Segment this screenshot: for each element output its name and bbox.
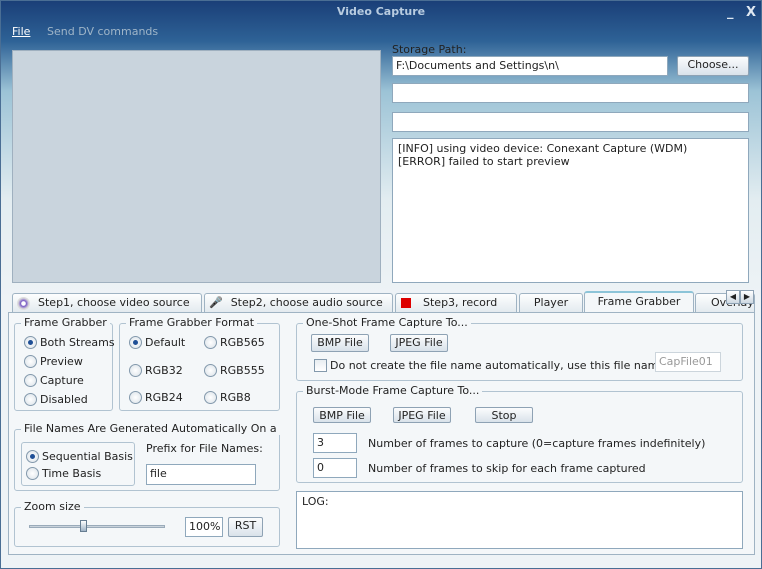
radio-both-streams[interactable]: Both Streams: [24, 336, 115, 349]
log-label: LOG:: [302, 495, 329, 508]
radio-icon: [26, 467, 39, 480]
frame-grabber-group: Frame Grabber Both Streams Preview Captu…: [14, 316, 115, 411]
tab-frame-grabber[interactable]: Frame Grabber: [584, 291, 694, 313]
choose-button[interactable]: Choose...: [677, 56, 749, 76]
radio-rgb8[interactable]: RGB8: [204, 391, 251, 404]
radio-label: Preview: [40, 355, 83, 368]
radio-disabled[interactable]: Disabled: [24, 393, 88, 406]
radio-label: RGB24: [145, 391, 183, 404]
close-button[interactable]: X: [746, 5, 756, 20]
log-box[interactable]: LOG:: [296, 491, 743, 549]
storage-path-label: Storage Path:: [392, 43, 467, 56]
tab-label: Step3, record: [423, 296, 498, 309]
checkbox-label: Do not create the file name automaticall…: [330, 359, 669, 372]
radio-label: Time Basis: [42, 467, 102, 480]
radio-label: Default: [145, 336, 186, 349]
radio-capture[interactable]: Capture: [24, 374, 84, 387]
group-label: Frame Grabber Format: [126, 316, 258, 329]
microphone-icon: 🎤: [209, 296, 223, 309]
radio-rgb555[interactable]: RGB555: [204, 364, 265, 377]
frames-to-capture-input[interactable]: 3: [313, 433, 357, 453]
info-log[interactable]: [INFO] using video device: Conexant Capt…: [392, 138, 749, 283]
tab-label: Step2, choose audio source: [230, 296, 383, 309]
radio-label: Sequential Basis: [42, 450, 133, 463]
tab-label: Step1, choose video source: [38, 296, 190, 309]
text-field-2[interactable]: [392, 83, 749, 103]
burst-bmp-button[interactable]: BMP File: [313, 407, 371, 423]
oneshot-jpeg-button[interactable]: JPEG File: [390, 334, 448, 352]
group-label: Frame Grabber: [21, 316, 110, 329]
file-names-group: File Names Are Generated Automatically O…: [14, 422, 280, 491]
radio-icon: [204, 364, 217, 377]
group-label: Burst-Mode Frame Capture To...: [303, 384, 483, 397]
radio-label: RGB8: [220, 391, 251, 404]
radio-icon: [204, 336, 217, 349]
tab-player[interactable]: Player: [519, 293, 583, 312]
group-label: One-Shot Frame Capture To...: [303, 316, 471, 329]
radio-label: Disabled: [40, 393, 88, 406]
radio-time-basis[interactable]: Time Basis: [26, 467, 101, 480]
radio-icon: [26, 450, 39, 463]
oneshot-bmp-button[interactable]: BMP File: [311, 334, 369, 352]
prefix-label: Prefix for File Names:: [146, 442, 263, 455]
radio-icon: [204, 391, 217, 404]
radio-label: RGB565: [220, 336, 265, 349]
burst-jpeg-button[interactable]: JPEG File: [393, 407, 451, 423]
burst-stop-button[interactable]: Stop: [475, 407, 533, 423]
frames-to-skip-input[interactable]: 0: [313, 458, 357, 478]
frames-to-skip-label: Number of frames to skip for each frame …: [368, 462, 646, 475]
minimize-button[interactable]: _: [727, 5, 734, 20]
frames-to-capture-label: Number of frames to capture (0=capture f…: [368, 437, 706, 450]
tab-step3[interactable]: Step3, record: [395, 293, 517, 312]
video-capture-window: Video Capture _ X File Send DV commands …: [0, 0, 762, 569]
tab-step1[interactable]: Step1, choose video source: [12, 293, 202, 312]
radio-rgb24[interactable]: RGB24: [129, 391, 183, 404]
webcam-icon: [17, 296, 30, 310]
reset-zoom-button[interactable]: RST: [228, 517, 263, 537]
radio-label: RGB32: [145, 364, 183, 377]
window-title: Video Capture: [336, 5, 426, 18]
radio-icon: [24, 374, 37, 387]
radio-icon: [24, 336, 37, 349]
prefix-input[interactable]: file: [146, 464, 256, 485]
menu-file[interactable]: File: [12, 25, 30, 38]
radio-rgb32[interactable]: RGB32: [129, 364, 183, 377]
manual-filename-checkbox[interactable]: Do not create the file name automaticall…: [314, 359, 669, 372]
storage-path-input[interactable]: F:\Documents and Settings\n\: [392, 56, 668, 76]
one-shot-group: One-Shot Frame Capture To... BMP File JP…: [296, 316, 743, 381]
naming-basis-box: Sequential Basis Time Basis: [21, 442, 135, 486]
group-label: Zoom size: [21, 500, 84, 513]
radio-default[interactable]: Default: [129, 336, 185, 349]
radio-icon: [129, 336, 142, 349]
radio-icon: [129, 391, 142, 404]
radio-icon: [24, 393, 37, 406]
tab-step2[interactable]: 🎤 Step2, choose audio source: [204, 293, 393, 312]
zoom-group: Zoom size 100% RST: [14, 500, 280, 547]
radio-icon: [129, 364, 142, 377]
menu-send-dv-commands[interactable]: Send DV commands: [47, 25, 158, 38]
radio-rgb565[interactable]: RGB565: [204, 336, 265, 349]
radio-label: Capture: [40, 374, 84, 387]
checkbox-icon: [314, 359, 327, 372]
radio-label: RGB555: [220, 364, 265, 377]
record-icon: [401, 298, 411, 308]
burst-mode-group: Burst-Mode Frame Capture To... BMP File …: [296, 384, 743, 483]
tab-scroll-left-button[interactable]: ◀: [726, 290, 740, 304]
radio-preview[interactable]: Preview: [24, 355, 83, 368]
radio-label: Both Streams: [40, 336, 115, 349]
zoom-value[interactable]: 100%: [185, 517, 223, 537]
text-field-3[interactable]: [392, 112, 749, 132]
log-line: [INFO] using video device: Conexant Capt…: [398, 142, 688, 155]
log-line: [ERROR] failed to start preview: [398, 155, 570, 168]
frame-grabber-panel: Frame Grabber Both Streams Preview Captu…: [8, 312, 755, 555]
radio-sequential-basis[interactable]: Sequential Basis: [26, 450, 133, 463]
group-label: File Names Are Generated Automatically O…: [21, 422, 280, 435]
video-preview: [12, 50, 381, 283]
zoom-slider-track[interactable]: [29, 525, 165, 528]
capture-filename-input[interactable]: CapFile01: [655, 352, 721, 372]
tab-scroll-right-button[interactable]: ▶: [740, 290, 754, 304]
radio-icon: [24, 355, 37, 368]
zoom-slider-thumb[interactable]: [80, 520, 88, 532]
format-group: Frame Grabber Format Default RGB565 RGB3…: [119, 316, 280, 411]
